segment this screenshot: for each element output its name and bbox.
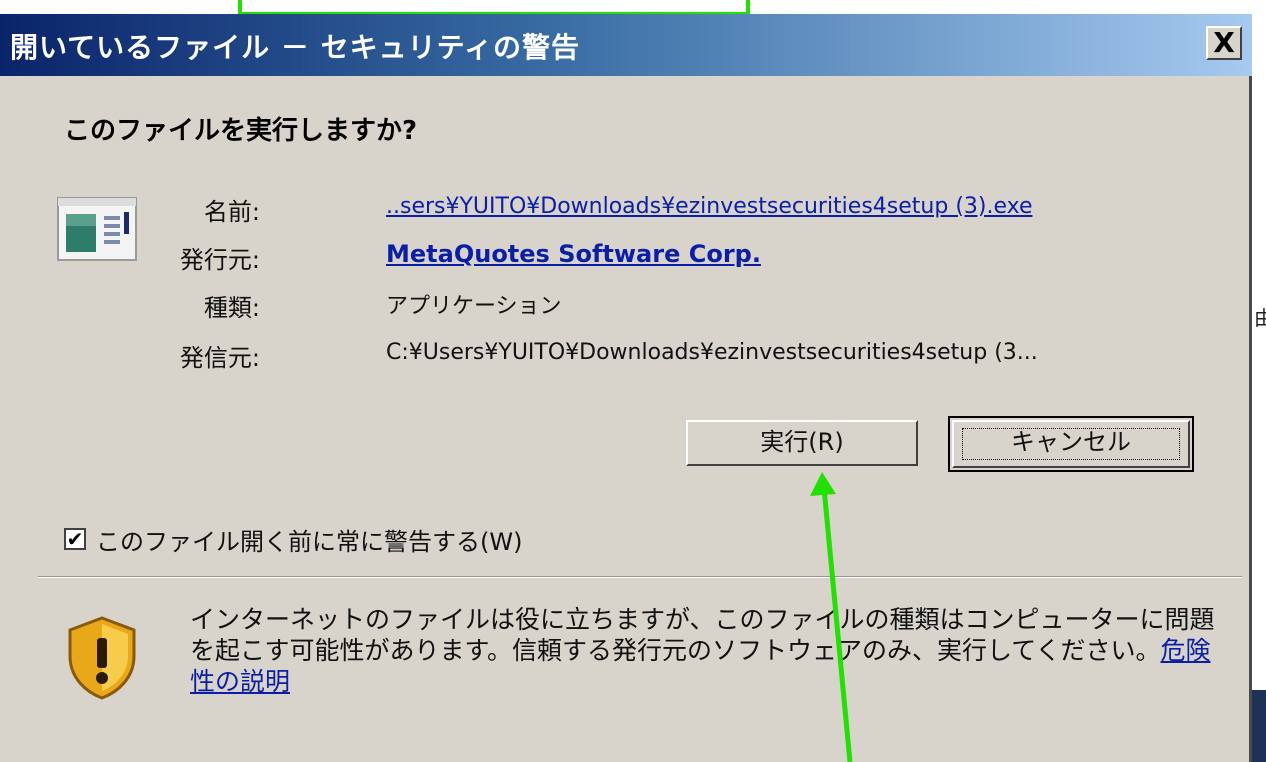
cancel-button[interactable]: キャンセル xyxy=(952,420,1190,468)
field-label-publisher: 発行元: xyxy=(179,246,260,274)
question-heading: このファイルを実行しますか? xyxy=(64,116,418,146)
warning-text: インターネットのファイルは役に立ちますが、このファイルの種類はコンピューターに問… xyxy=(190,605,1215,665)
title-bar: 開いているファイル － セキュリティの警告 X xyxy=(0,14,1252,76)
close-button[interactable]: X xyxy=(1206,26,1242,60)
focus-rectangle xyxy=(962,428,1180,460)
file-type-value: アプリケーション xyxy=(386,294,562,319)
always-warn-label[interactable]: このファイル開く前に常に警告する(W) xyxy=(96,522,522,557)
dialog-title: 開いているファイル － セキュリティの警告 xyxy=(10,31,580,64)
background-text-fragment: 由 xyxy=(1254,306,1266,330)
source-path-value: C:¥Users¥YUITO¥Downloads¥ezinvestsecurit… xyxy=(386,340,1038,365)
file-name-link[interactable]: ..sers¥YUITO¥Downloads¥ezinvestsecuritie… xyxy=(386,194,1033,219)
shield-warning-icon xyxy=(68,616,136,700)
field-label-source: 発信元: xyxy=(179,344,260,372)
field-label-type: 種類: xyxy=(203,294,260,322)
always-warn-checkbox[interactable]: ✔ xyxy=(64,528,86,550)
separator xyxy=(38,576,1242,578)
run-button[interactable]: 実行(R) xyxy=(686,420,918,466)
application-icon xyxy=(57,197,137,261)
cancel-button-frame[interactable]: キャンセル xyxy=(948,416,1194,472)
field-label-name: 名前: xyxy=(203,198,260,226)
warning-message: インターネットのファイルは役に立ちますが、このファイルの種類はコンピューターに問… xyxy=(190,604,1230,697)
publisher-link[interactable]: MetaQuotes Software Corp. xyxy=(386,240,761,268)
background-window-edge xyxy=(1252,690,1266,762)
